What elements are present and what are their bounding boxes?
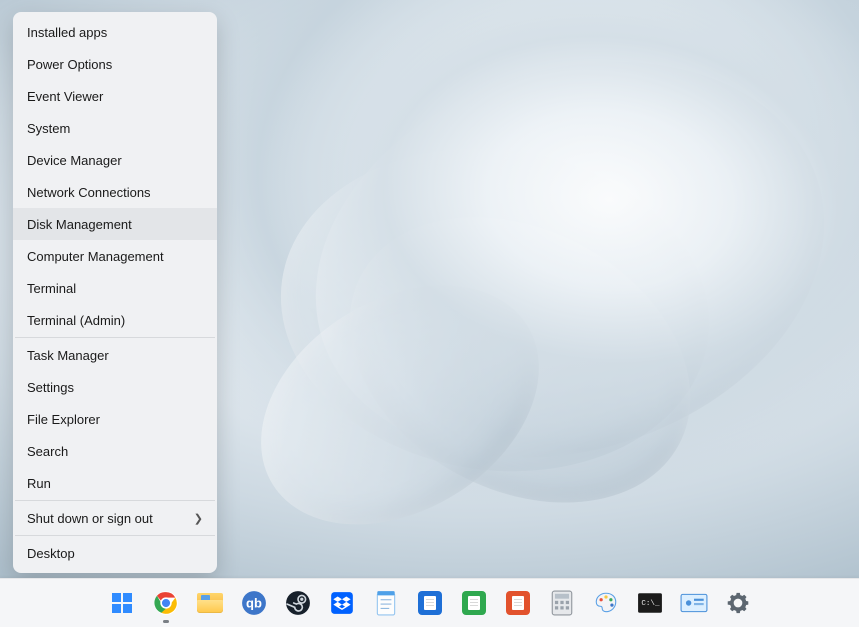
steam-icon [285, 590, 311, 616]
menu-item-terminal[interactable]: Terminal [13, 272, 217, 304]
menu-item-desktop[interactable]: Desktop [13, 537, 217, 569]
terminal-icon: C:\_ [637, 592, 663, 614]
chrome-icon [153, 590, 179, 616]
taskbar-settings[interactable] [724, 589, 752, 617]
menu-item-event-viewer[interactable]: Event Viewer [13, 80, 217, 112]
paint-icon [593, 590, 619, 616]
menu-item-computer-management[interactable]: Computer Management [13, 240, 217, 272]
windows-logo-icon [110, 591, 134, 615]
taskbar-qbittorrent[interactable]: qb [240, 589, 268, 617]
menu-item-disk-management[interactable]: Disk Management [13, 208, 217, 240]
menu-label: Disk Management [27, 217, 132, 232]
menu-item-shutdown-signout[interactable]: Shut down or sign out ❯ [13, 502, 217, 534]
menu-item-terminal-admin[interactable]: Terminal (Admin) [13, 304, 217, 336]
running-indicator [163, 620, 169, 623]
menu-item-run[interactable]: Run [13, 467, 217, 499]
taskbar-libreoffice-impress[interactable] [504, 589, 532, 617]
menu-label: Installed apps [27, 25, 107, 40]
menu-label: Settings [27, 380, 74, 395]
calc-icon [462, 591, 486, 615]
notepad-icon [374, 590, 398, 616]
taskbar-terminal[interactable]: C:\_ [636, 589, 664, 617]
dropbox-icon [329, 590, 355, 616]
menu-item-power-options[interactable]: Power Options [13, 48, 217, 80]
taskbar-control-panel[interactable] [680, 589, 708, 617]
menu-label: Device Manager [27, 153, 122, 168]
chevron-right-icon: ❯ [194, 512, 203, 525]
menu-item-device-manager[interactable]: Device Manager [13, 144, 217, 176]
menu-label: Search [27, 444, 68, 459]
menu-label: Desktop [27, 546, 75, 561]
taskbar-icons: qb [108, 589, 752, 617]
control-panel-icon [680, 592, 708, 614]
qbittorrent-icon: qb [241, 590, 267, 616]
taskbar-paint[interactable] [592, 589, 620, 617]
menu-label: Network Connections [27, 185, 151, 200]
menu-item-file-explorer[interactable]: File Explorer [13, 403, 217, 435]
menu-item-task-manager[interactable]: Task Manager [13, 339, 217, 371]
menu-label: Terminal (Admin) [27, 313, 125, 328]
svg-text:qb: qb [246, 595, 262, 610]
start-button[interactable] [108, 589, 136, 617]
menu-item-network-connections[interactable]: Network Connections [13, 176, 217, 208]
taskbar-calculator[interactable] [548, 589, 576, 617]
svg-text:C:\_: C:\_ [641, 600, 660, 608]
taskbar-libreoffice-calc[interactable] [460, 589, 488, 617]
menu-item-settings[interactable]: Settings [13, 371, 217, 403]
taskbar-libreoffice-writer[interactable] [416, 589, 444, 617]
menu-label: Event Viewer [27, 89, 103, 104]
menu-label: File Explorer [27, 412, 100, 427]
menu-label: Shut down or sign out [27, 511, 153, 526]
menu-item-search[interactable]: Search [13, 435, 217, 467]
menu-label: Run [27, 476, 51, 491]
menu-label: Terminal [27, 281, 76, 296]
impress-icon [506, 591, 530, 615]
menu-label: Task Manager [27, 348, 109, 363]
menu-label: System [27, 121, 70, 136]
calculator-icon [551, 590, 573, 616]
taskbar-dropbox[interactable] [328, 589, 356, 617]
menu-separator [15, 500, 215, 501]
menu-item-installed-apps[interactable]: Installed apps [13, 16, 217, 48]
menu-label: Power Options [27, 57, 112, 72]
folder-icon [197, 593, 223, 613]
taskbar-chrome[interactable] [152, 589, 180, 617]
menu-item-system[interactable]: System [13, 112, 217, 144]
taskbar-notepad[interactable] [372, 589, 400, 617]
menu-separator [15, 535, 215, 536]
taskbar-steam[interactable] [284, 589, 312, 617]
winx-context-menu: Installed apps Power Options Event Viewe… [13, 12, 217, 573]
taskbar: qb [0, 578, 859, 627]
gear-icon [725, 590, 751, 616]
taskbar-file-explorer[interactable] [196, 589, 224, 617]
menu-label: Computer Management [27, 249, 164, 264]
menu-separator [15, 337, 215, 338]
writer-icon [418, 591, 442, 615]
